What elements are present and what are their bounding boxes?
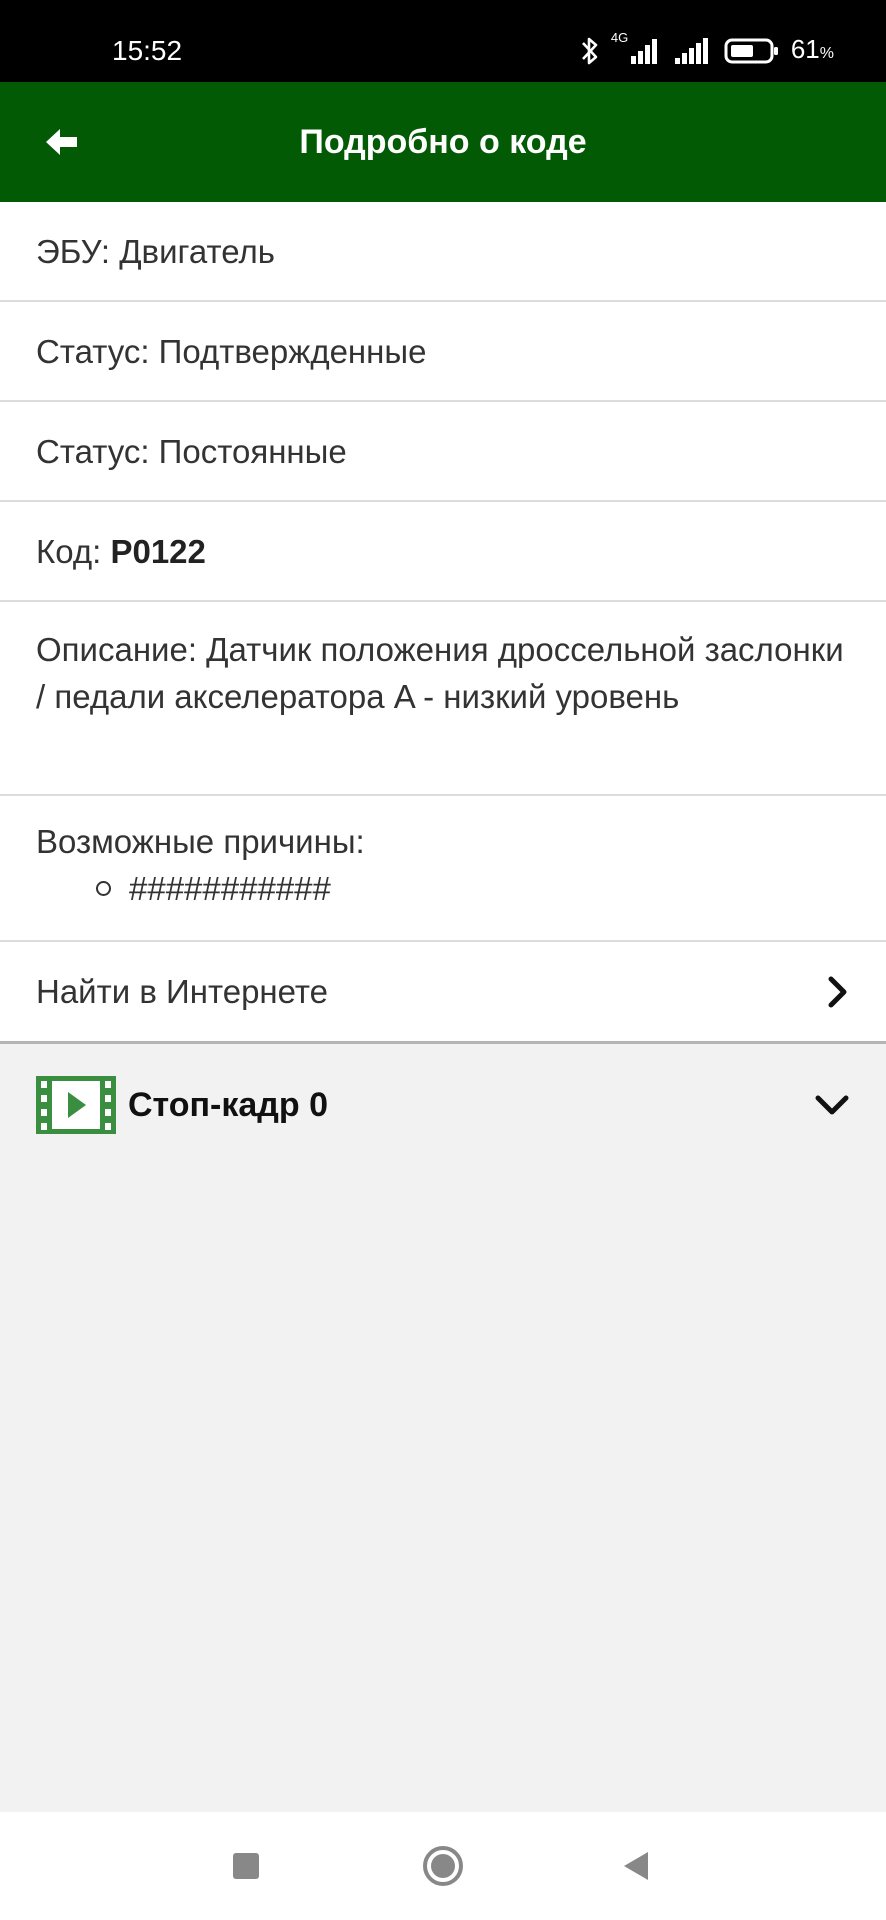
ecu-text: ЭБУ: Двигатель bbox=[36, 232, 275, 270]
freeze-frame-label: Стоп-кадр 0 bbox=[128, 1085, 329, 1124]
status-icons: 4G 61% bbox=[579, 30, 834, 70]
status-permanent-row: Статус: Постоянные bbox=[0, 402, 886, 502]
status-permanent-text: Статус: Постоянные bbox=[36, 432, 347, 470]
causes-label: Возможные причины: bbox=[36, 823, 365, 860]
battery-icon bbox=[724, 38, 778, 64]
battery-percent-unit: % bbox=[819, 44, 834, 62]
code-label: Код: bbox=[36, 532, 111, 570]
signal-icon bbox=[674, 38, 708, 64]
code-row: Код: P0122 bbox=[0, 502, 886, 602]
cause-item: ########### bbox=[96, 865, 850, 912]
battery-percent-value: 61 bbox=[790, 33, 820, 64]
status-time: 15:52 bbox=[112, 35, 183, 66]
chevron-right-icon bbox=[828, 976, 847, 1007]
code-value: P0122 bbox=[110, 532, 206, 570]
bluetooth-icon bbox=[581, 37, 598, 65]
bullet-icon bbox=[96, 881, 111, 896]
chevron-down-icon bbox=[815, 1095, 849, 1115]
battery-percent: 61% bbox=[791, 34, 834, 69]
description-row: Описание: Датчик положения дроссельной з… bbox=[0, 602, 886, 796]
ecu-row: ЭБУ: Двигатель bbox=[0, 202, 886, 302]
back-icon bbox=[624, 1852, 648, 1880]
search-internet-label: Найти в Интернете bbox=[36, 973, 329, 1010]
system-nav-bar bbox=[0, 1812, 886, 1920]
possible-causes-row: Возможные причины: ########### bbox=[0, 796, 886, 942]
search-internet-row[interactable]: Найти в Интернете bbox=[0, 942, 886, 1044]
freeze-frame-header[interactable]: Стоп-кадр 0 bbox=[0, 1042, 886, 1168]
back-nav-button[interactable] bbox=[608, 1838, 664, 1894]
description-text: Описание: Датчик положения дроссельной з… bbox=[36, 631, 844, 715]
cause-text: ########### bbox=[129, 870, 331, 907]
signal-4g: 4G bbox=[611, 30, 661, 68]
status-confirmed-text: Статус: Подтвержденные bbox=[36, 332, 427, 370]
status-bar: 15:52 4G 61% bbox=[0, 0, 886, 82]
home-button[interactable] bbox=[415, 1838, 471, 1894]
app-bar: Подробно о коде bbox=[0, 82, 886, 202]
status-confirmed-row: Статус: Подтвержденные bbox=[0, 302, 886, 402]
page-title: Подробно о коде bbox=[299, 123, 587, 161]
signal-icon bbox=[630, 39, 657, 64]
recent-apps-button[interactable] bbox=[218, 1838, 274, 1894]
home-icon bbox=[423, 1846, 463, 1886]
code-details-list: ЭБУ: Двигатель Статус: Подтвержденные Ст… bbox=[0, 202, 886, 1044]
recent-apps-icon bbox=[233, 1853, 259, 1879]
film-play-icon bbox=[36, 1076, 116, 1134]
